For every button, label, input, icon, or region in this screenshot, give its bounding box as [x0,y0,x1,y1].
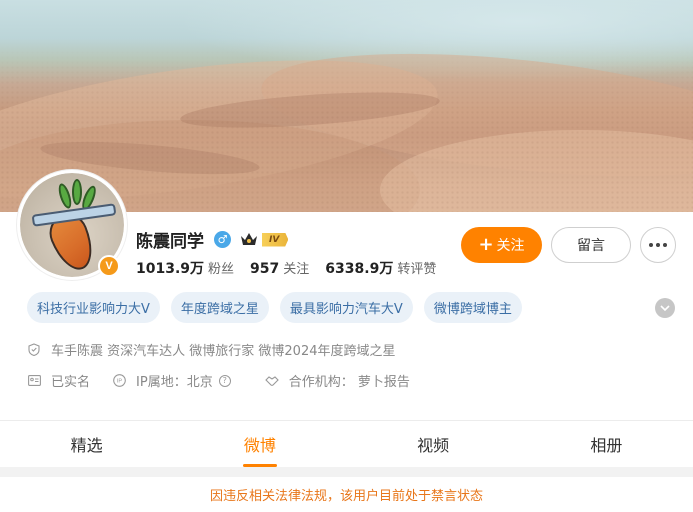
level-badge[interactable]: IV [262,232,289,247]
ip-location-icon: IP [112,374,126,388]
follow-button[interactable]: + 关注 [461,227,542,263]
name-row: 陈震同学 ♂ IV [136,227,289,252]
tab-videos[interactable]: 视频 [347,421,520,467]
carrot-leaf [56,182,74,210]
stat-label: 关注 [283,262,310,277]
ban-notice: 因违反相关法律法规，该用户目前处于禁言状态 [0,477,693,512]
stat-label: 粉丝 [208,262,235,277]
cooperation-segment: 合作机构： 萝卜报告 [264,371,410,390]
verified-badge-icon: V [98,255,120,277]
honor-tag[interactable]: 年度跨域之星 [170,292,269,323]
follow-label: 关注 [496,238,525,254]
real-name-segment: 已实名 [27,371,90,390]
user-name: 陈震同学 [136,232,204,252]
stat-label: 转评赞 [397,262,437,277]
real-name-text: 已实名 [51,375,91,390]
svg-text:IP: IP [116,379,122,385]
more-options-button[interactable] [640,227,676,263]
honor-tag[interactable]: 科技行业影响力大V [27,292,160,323]
shield-icon [27,343,41,357]
plus-icon: + [478,234,494,255]
tab-weibo[interactable]: 微博 [173,421,346,467]
message-label: 留言 [577,238,605,254]
ip-segment: IP IP属地：北京 ? [112,371,231,390]
tab-featured[interactable]: 精选 [0,421,173,467]
stat-number: 6338.9万 [325,261,394,277]
stat-number: 957 [250,261,280,277]
carrot-leaf [72,179,82,205]
meta-line: 已实名 IP IP属地：北京 ? 合作机构： 萝卜报告 [27,371,410,390]
expand-tags-icon[interactable] [655,298,675,318]
bio-line: 车手陈震 资深汽车达人 微博旅行家 微博2024年度跨域之星 [27,340,395,359]
stat-following[interactable]: 957 关注 [250,258,309,277]
tab-album[interactable]: 相册 [520,421,693,467]
bio-text: 车手陈震 资深汽车达人 微博旅行家 微博2024年度跨域之星 [51,344,396,359]
more-dot-icon [649,243,653,247]
stat-reposts-comments-likes[interactable]: 6338.9万 转评赞 [325,258,436,278]
help-question-icon[interactable]: ? [218,374,231,387]
message-button[interactable]: 留言 [551,227,631,263]
male-gender-icon: ♂ [214,231,231,248]
stat-number: 1013.9万 [136,261,205,277]
profile-stats: 1013.9万 粉丝 957 关注 6338.9万 转评赞 [136,258,452,278]
profile-tabs: 精选 微博 视频 相册 [0,421,693,467]
honor-tags: 科技行业影响力大V 年度跨域之星 最具影响力汽车大V 微博跨域博主 [27,292,522,323]
crown-icon[interactable] [240,232,258,248]
section-separator [0,467,693,477]
chevron-down-icon [660,305,670,311]
honor-tag[interactable]: 微博跨域博主 [423,292,522,323]
honor-tag[interactable]: 最具影响力汽车大V [279,292,413,323]
more-dot-icon [663,243,667,247]
id-card-icon [27,374,41,388]
more-dot-icon [656,243,660,247]
cooperation-icon [264,374,279,388]
crown-svg [241,233,257,245]
stat-followers[interactable]: 1013.9万 粉丝 [136,258,234,278]
cooperation-text: 合作机构： 萝卜报告 [288,375,410,390]
ip-location-text: IP属地：北京 [136,375,213,390]
